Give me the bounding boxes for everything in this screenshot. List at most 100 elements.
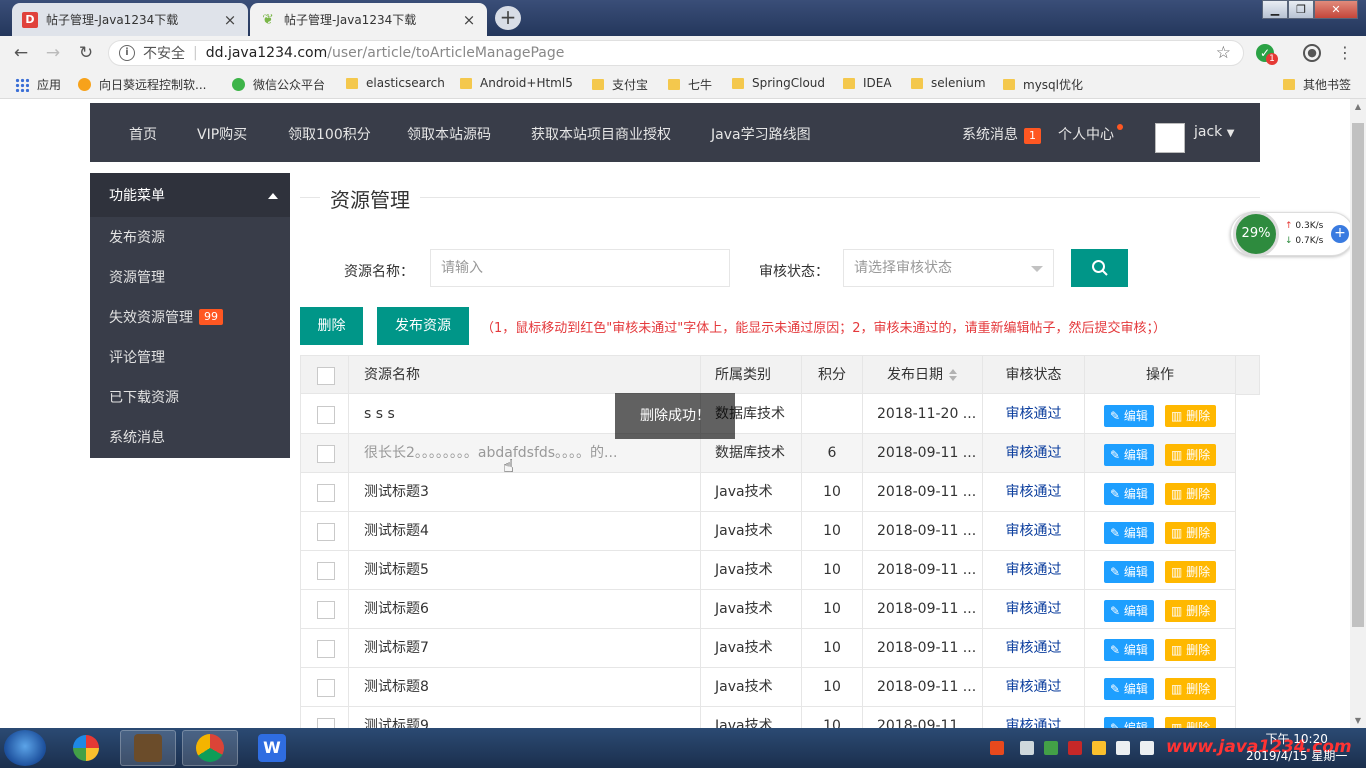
new-tab-button[interactable]: + (495, 6, 521, 30)
table-row[interactable]: 测试标题3 Java技术 10 2018-09-11 ... 审核通过 ✎ 编辑 ▥ 删除 (300, 473, 1236, 512)
nav-points[interactable]: 领取100积分 (288, 124, 371, 144)
table-row[interactable]: 测试标题5 Java技术 10 2018-09-11 ... 审核通过 ✎ 编辑 ▥ 删除 (300, 551, 1236, 590)
bookmark-sunlogin[interactable]: 向日葵远程控制软... (78, 76, 206, 93)
profile-icon[interactable]: ● (1303, 44, 1321, 62)
batch-delete-button[interactable]: 删除 (300, 307, 363, 345)
review-status[interactable]: 审核通过 (983, 434, 1085, 473)
edit-button[interactable]: ✎ 编辑 (1104, 522, 1154, 544)
bookmark-folder[interactable]: Android+Html5 (460, 76, 573, 90)
sort-icon[interactable] (949, 369, 957, 381)
row-checkbox[interactable] (317, 718, 335, 728)
table-row[interactable]: 很长长2。。。。。。。。abdafdsfds。。。。的... 数据库技术 6 2018… (300, 434, 1236, 473)
review-status[interactable]: 审核通过 (983, 473, 1085, 512)
maximize-window-button[interactable]: ❐ (1288, 0, 1314, 19)
sidebar-item-messages[interactable]: 系统消息 (90, 417, 290, 457)
delete-button[interactable]: ▥ 删除 (1165, 522, 1217, 544)
browser-tab-1[interactable]: D 帖子管理-Java1234下载 × (12, 3, 248, 36)
row-checkbox[interactable] (317, 445, 335, 463)
nav-messages[interactable]: 系统消息 1 (962, 124, 1041, 144)
name-search-input[interactable]: 请输入 (430, 249, 730, 287)
page-scrollbar[interactable]: ▲ ▼ (1350, 99, 1366, 728)
sidebar-item-invalid[interactable]: 失效资源管理 99 (90, 297, 290, 337)
wps-icon[interactable]: W (244, 730, 300, 766)
add-icon[interactable]: + (1331, 225, 1349, 243)
sidebar-item-publish[interactable]: 发布资源 (90, 217, 290, 257)
delete-button[interactable]: ▥ 删除 (1165, 639, 1217, 661)
plus-tray-icon[interactable] (1092, 741, 1106, 755)
bookmark-folder[interactable]: selenium (911, 76, 986, 90)
review-status[interactable]: 审核通过 (983, 395, 1085, 434)
bookmark-apps[interactable]: 应用 (15, 76, 61, 93)
table-row[interactable]: 测试标题7 Java技术 10 2018-09-11 ... 审核通过 ✎ 编辑 ▥ 删除 (300, 629, 1236, 668)
nav-source[interactable]: 领取本站源码 (407, 124, 491, 144)
table-row[interactable]: s s s 数据库技术 2018-11-20 ... 审核通过 ✎ 编辑 ▥ 删除 (300, 395, 1236, 434)
back-icon[interactable]: ← (10, 42, 32, 64)
browser-tab-2[interactable]: ❦ 帖子管理-Java1234下载 × (250, 3, 487, 36)
display-tray-icon[interactable] (1140, 741, 1154, 755)
resource-name[interactable]: 测试标题6 (349, 590, 701, 629)
row-checkbox[interactable] (317, 562, 335, 580)
delete-button[interactable]: ▥ 删除 (1165, 405, 1217, 427)
table-row[interactable]: 测试标题4 Java技术 10 2018-09-11 ... 审核通过 ✎ 编辑 ▥ 删除 (300, 512, 1236, 551)
row-checkbox[interactable] (317, 406, 335, 424)
bookmark-folder[interactable]: elasticsearch (346, 76, 445, 90)
delete-button[interactable]: ▥ 删除 (1165, 483, 1217, 505)
table-row[interactable]: 测试标题9 Java技术 10 2018-09-11 ... 审核通过 ✎ 编辑 ▥ 删除 (300, 707, 1236, 728)
edit-button[interactable]: ✎ 编辑 (1104, 405, 1154, 427)
row-checkbox[interactable] (317, 640, 335, 658)
network-tray-icon[interactable] (1116, 741, 1130, 755)
review-status[interactable]: 审核通过 (983, 590, 1085, 629)
bookmark-folder[interactable]: SpringCloud (732, 76, 825, 90)
forward-icon[interactable]: → (42, 42, 64, 64)
resource-name[interactable]: 测试标题7 (349, 629, 701, 668)
resource-name[interactable]: 测试标题5 (349, 551, 701, 590)
menu-kebab-icon[interactable]: ⋮ (1336, 44, 1354, 62)
pinwheel-app-icon[interactable] (58, 730, 114, 766)
row-checkbox[interactable] (317, 523, 335, 541)
minimize-window-button[interactable]: ▁ (1262, 0, 1288, 19)
eclipse-ide-icon[interactable] (120, 730, 176, 766)
nav-home[interactable]: 首页 (129, 124, 157, 144)
avatar[interactable] (1155, 123, 1185, 153)
network-speed-widget[interactable]: 29% ↑ 0.3K/s ↓ 0.7K/s + (1230, 211, 1350, 257)
edit-button[interactable]: ✎ 编辑 (1104, 561, 1154, 583)
edit-button[interactable]: ✎ 编辑 (1104, 639, 1154, 661)
header-date[interactable]: 发布日期 (863, 356, 983, 395)
sidebar-item-downloaded[interactable]: 已下载资源 (90, 377, 290, 417)
scroll-down-icon[interactable]: ▼ (1350, 716, 1366, 725)
review-status[interactable]: 审核通过 (983, 668, 1085, 707)
delete-button[interactable]: ▥ 删除 (1165, 561, 1217, 583)
cloud-tray-icon[interactable] (1020, 741, 1034, 755)
table-row[interactable]: 测试标题6 Java技术 10 2018-09-11 ... 审核通过 ✎ 编辑 ▥ 删除 (300, 590, 1236, 629)
review-status[interactable]: 审核通过 (983, 512, 1085, 551)
bookmark-folder[interactable]: 支付宝 (592, 76, 648, 93)
row-checkbox[interactable] (317, 679, 335, 697)
review-status[interactable]: 审核通过 (983, 629, 1085, 668)
side-menu-header[interactable]: 功能菜单 (90, 173, 290, 217)
resource-name[interactable]: 很长长2。。。。。。。。abdafdsfds。。。。的... (349, 434, 701, 473)
resource-name[interactable]: 测试标题4 (349, 512, 701, 551)
reload-icon[interactable]: ↻ (75, 42, 97, 64)
nav-roadmap[interactable]: Java学习路线图 (711, 124, 811, 144)
review-status[interactable]: 审核通过 (983, 707, 1085, 728)
close-tab-icon[interactable]: × (222, 11, 238, 29)
search-button[interactable] (1071, 249, 1128, 287)
other-bookmarks[interactable]: 其他书签 (1283, 76, 1351, 93)
edit-button[interactable]: ✎ 编辑 (1104, 483, 1154, 505)
publish-resource-button[interactable]: 发布资源 (377, 307, 469, 345)
edit-button[interactable]: ✎ 编辑 (1104, 678, 1154, 700)
sidebar-item-comments[interactable]: 评论管理 (90, 337, 290, 377)
chrome-icon[interactable] (182, 730, 238, 766)
resource-name[interactable]: 测试标题9 (349, 707, 701, 728)
status-select[interactable]: 请选择审核状态 (843, 249, 1054, 287)
bookmark-wechat[interactable]: 微信公众平台 (232, 76, 325, 93)
system-clock[interactable]: 下午 10:20 2019/4/15 星期一 (1246, 731, 1347, 765)
edit-button[interactable]: ✎ 编辑 (1104, 717, 1154, 728)
table-row[interactable]: 测试标题8 Java技术 10 2018-09-11 ... 审核通过 ✎ 编辑 ▥ 删除 (300, 668, 1236, 707)
info-icon[interactable]: i (119, 45, 135, 61)
bookmark-folder[interactable]: mysql优化 (1003, 76, 1083, 93)
scroll-up-icon[interactable]: ▲ (1350, 102, 1366, 111)
edit-button[interactable]: ✎ 编辑 (1104, 600, 1154, 622)
bookmark-folder[interactable]: IDEA (843, 76, 892, 90)
start-button[interactable] (4, 730, 46, 766)
